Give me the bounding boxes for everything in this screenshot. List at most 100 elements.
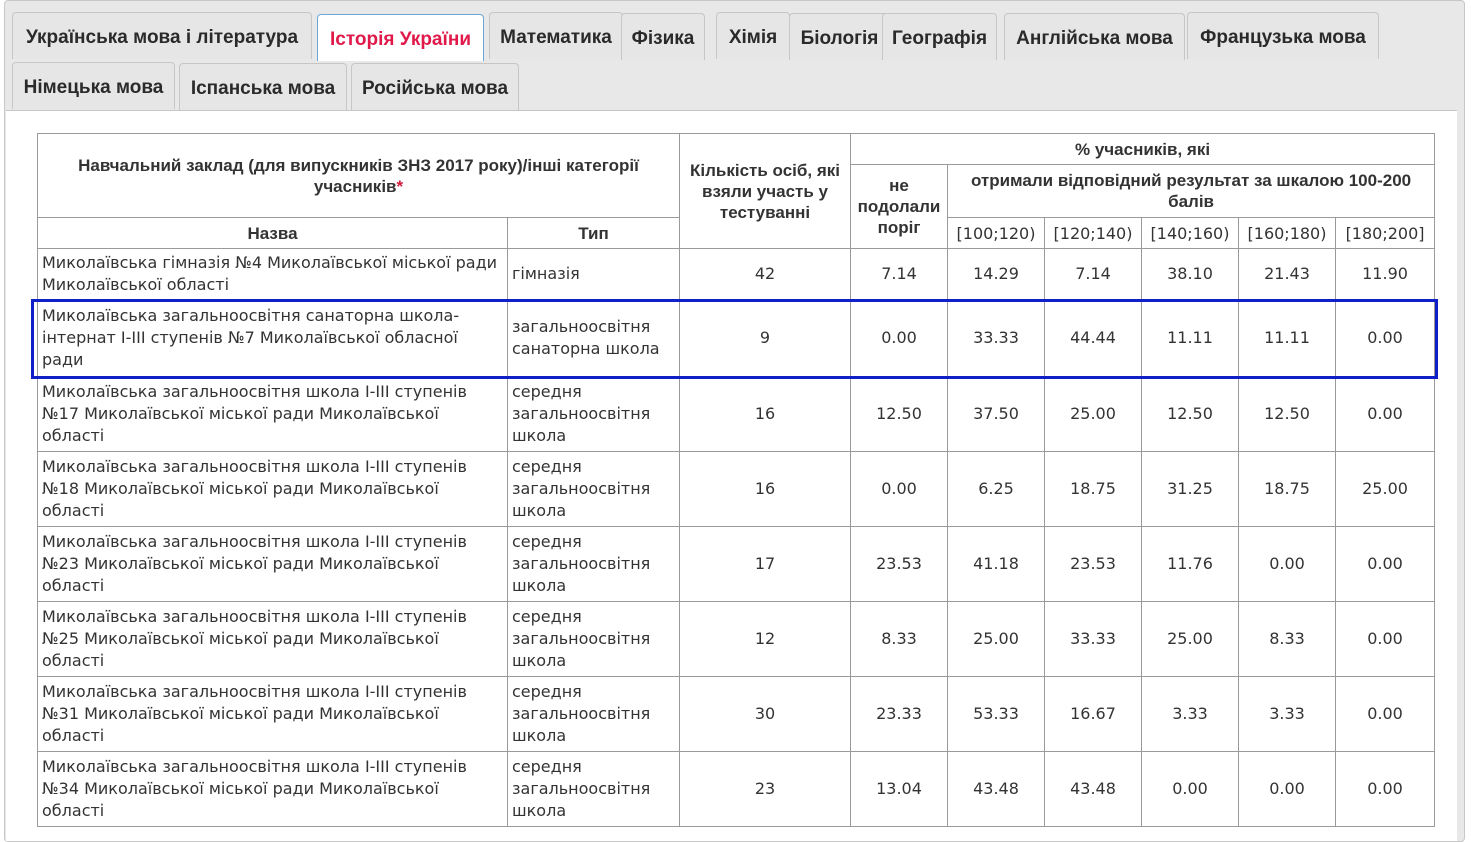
institution-type-cell: середня загальноосвітня школа [507,451,680,527]
received-header: отримали відповідний результат за шкалою… [946,164,1436,218]
range-header: [140;160) [1141,217,1239,249]
range-value-cell: 37.50 [947,376,1045,452]
institution-name-cell: Миколаївська загальноосвітня школа І-ІІІ… [37,676,508,752]
range-value-cell: 33.33 [947,299,1045,377]
tab-subject[interactable]: Біологія [789,13,890,60]
range-value-cell: 25.00 [947,601,1045,677]
range-value-cell: 12.50 [1141,376,1239,452]
range-value-cell: 33.33 [1044,601,1142,677]
institution-type-cell: середня загальноосвітня школа [507,601,680,677]
range-value-cell: 3.33 [1141,676,1239,752]
range-value-cell: 0.00 [1238,526,1336,602]
table-row: Миколаївська гімназія №4 Миколаївської м… [37,248,1436,300]
tab-subject[interactable]: Хімія [716,12,790,59]
count-cell: 17 [679,526,851,602]
table-row: Миколаївська загальноосвітня школа І-ІІІ… [37,376,1436,452]
range-value-cell: 11.11 [1238,299,1336,377]
count-cell: 42 [679,248,851,300]
tab-subject[interactable]: Математика [489,12,623,59]
not-passed-cell: 7.14 [850,248,948,300]
range-value-cell: 0.00 [1334,526,1436,602]
range-header: [160;180) [1238,217,1336,249]
range-value-cell: 0.00 [1238,751,1336,827]
institution-name-cell: Миколаївська загальноосвітня школа І-ІІІ… [37,751,508,827]
range-value-cell: 43.48 [1044,751,1142,827]
range-value-cell: 3.33 [1238,676,1336,752]
range-value-cell: 0.00 [1334,751,1436,827]
institution-type-cell: середня загальноосвітня школа [507,376,680,452]
range-value-cell: 23.53 [1044,526,1142,602]
not-passed-cell: 0.00 [850,451,948,527]
range-value-cell: 8.33 [1238,601,1336,677]
range-value-cell: 0.00 [1334,299,1436,377]
range-value-cell: 12.50 [1238,376,1336,452]
tab-subject[interactable]: Іспанська мова [179,63,347,110]
range-value-cell: 38.10 [1141,248,1239,300]
table-row: Миколаївська загальноосвітня школа І-ІІІ… [37,526,1436,602]
range-header: [100;120) [947,217,1045,249]
count-cell: 30 [679,676,851,752]
range-value-cell: 21.43 [1238,248,1336,300]
tab-subject[interactable]: Французька мова [1187,12,1379,59]
table-row: Миколаївська загальноосвітня санаторна ш… [37,299,1436,377]
range-value-cell: 43.48 [947,751,1045,827]
not-passed-header: не подолали поріг [850,164,948,249]
range-value-cell: 11.90 [1334,248,1436,300]
table-row: Миколаївська загальноосвітня школа І-ІІІ… [37,751,1436,827]
institution-name-cell: Миколаївська гімназія №4 Миколаївської м… [37,248,508,300]
not-passed-cell: 23.33 [850,676,948,752]
range-value-cell: 0.00 [1334,601,1436,677]
tab-subject[interactable]: Українська мова і література [12,12,312,59]
table-row: Миколаївська загальноосвітня школа І-ІІІ… [37,601,1436,677]
institution-name-cell: Миколаївська загальноосвітня санаторна ш… [37,299,508,377]
institution-name-cell: Миколаївська загальноосвітня школа І-ІІІ… [37,451,508,527]
institution-type-cell: середня загальноосвітня школа [507,751,680,827]
tab-subject[interactable]: Англійська мова [1004,13,1185,60]
required-mark: * [396,176,404,196]
not-passed-cell: 23.53 [850,526,948,602]
range-value-cell: 25.00 [1141,601,1239,677]
institution-type-cell: середня загальноосвітня школа [507,526,680,602]
count-cell: 16 [679,451,851,527]
range-value-cell: 41.18 [947,526,1045,602]
range-value-cell: 18.75 [1238,451,1336,527]
range-value-cell: 11.11 [1141,299,1239,377]
results-table: Навчальний заклад (для випускників ЗНЗ 2… [37,133,1436,827]
institution-type-cell: гімназія [507,248,680,300]
range-value-cell: 25.00 [1044,376,1142,452]
range-value-cell: 18.75 [1044,451,1142,527]
table-row: Миколаївська загальноосвітня школа І-ІІІ… [37,451,1436,527]
not-passed-cell: 8.33 [850,601,948,677]
tab-subject[interactable]: Німецька мова [12,62,175,109]
count-header: Кількість осіб, які взяли участь у тесту… [679,133,851,249]
name-header: Назва [37,217,508,249]
range-value-cell: 0.00 [1334,676,1436,752]
not-passed-cell: 12.50 [850,376,948,452]
institution-type-cell: середня загальноосвітня школа [507,676,680,752]
range-value-cell: 44.44 [1044,299,1142,377]
institution-name-cell: Миколаївська загальноосвітня школа І-ІІІ… [37,601,508,677]
range-value-cell: 0.00 [1141,751,1239,827]
range-header: [180;200] [1334,217,1436,249]
count-cell: 9 [679,299,851,377]
range-header: [120;140) [1044,217,1142,249]
institution-header-text: Навчальний заклад (для випускників ЗНЗ 2… [78,155,639,196]
range-value-cell: 6.25 [947,451,1045,527]
not-passed-cell: 0.00 [850,299,948,377]
range-value-cell: 11.76 [1141,526,1239,602]
tab-subject[interactable]: Географія [882,13,997,60]
tab-subject[interactable]: Історія України [317,14,484,61]
range-value-cell: 14.29 [947,248,1045,300]
range-value-cell: 16.67 [1044,676,1142,752]
tab-subject[interactable]: Російська мова [351,63,519,110]
range-value-cell: 53.33 [947,676,1045,752]
count-cell: 16 [679,376,851,452]
institution-name-cell: Миколаївська загальноосвітня школа І-ІІІ… [37,526,508,602]
type-header: Тип [507,217,680,249]
range-value-cell: 31.25 [1141,451,1239,527]
range-value-cell: 25.00 [1334,451,1436,527]
tab-subject[interactable]: Фізика [621,13,705,60]
table-row: Миколаївська загальноосвітня школа І-ІІІ… [37,676,1436,752]
range-value-cell: 0.00 [1334,376,1436,452]
count-cell: 12 [679,601,851,677]
